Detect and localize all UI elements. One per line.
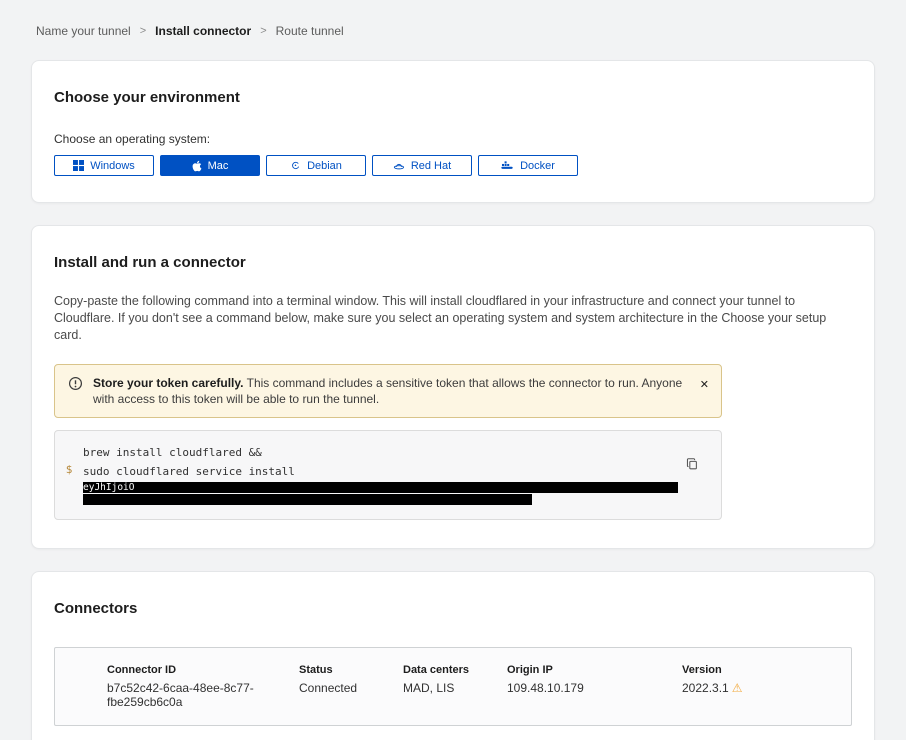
redhat-icon: [393, 160, 405, 171]
os-button-windows[interactable]: Windows: [54, 155, 154, 176]
command-line-2: sudo cloudflared service install: [83, 462, 678, 481]
install-description: Copy-paste the following command into a …: [54, 293, 852, 344]
os-button-label: Windows: [90, 160, 135, 172]
breadcrumb-step-route-tunnel[interactable]: Route tunnel: [276, 24, 344, 38]
version-warning-icon: ⚠: [732, 681, 743, 695]
warning-title: Store your token carefully.: [93, 376, 244, 390]
breadcrumb-separator: >: [140, 25, 146, 37]
os-button-group: Windows Mac Debian: [54, 155, 852, 176]
close-icon[interactable]: ✕: [700, 378, 709, 391]
copy-icon[interactable]: [685, 457, 699, 474]
os-button-mac[interactable]: Mac: [160, 155, 260, 176]
table-row: b7c52c42-6caa-48ee-8c77-fbe259cb6c0a Con…: [55, 681, 851, 725]
cell-connector-id: b7c52c42-6caa-48ee-8c77-fbe259cb6c0a: [55, 681, 299, 725]
connectors-table-header: Connector ID Status Data centers Origin …: [55, 648, 851, 681]
header-version: Version: [682, 648, 851, 681]
os-button-label: Red Hat: [411, 160, 451, 172]
os-button-label: Docker: [520, 160, 555, 172]
install-card: Install and run a connector Copy-paste t…: [31, 225, 875, 549]
breadcrumb-separator: >: [260, 25, 266, 37]
environment-card: Choose your environment Choose an operat…: [31, 60, 875, 203]
install-command-block: $ brew install cloudflared && sudo cloud…: [54, 430, 722, 520]
redacted-token-line-1: eyJhIjoiO: [83, 482, 678, 493]
command-line-1: brew install cloudflared &&: [83, 443, 678, 462]
token-prefix: eyJhIjoiO: [83, 482, 134, 493]
apple-icon: [192, 160, 202, 172]
os-button-label: Debian: [307, 160, 342, 172]
cell-status: Connected: [299, 681, 403, 725]
cell-data-centers: MAD, LIS: [403, 681, 507, 725]
debian-icon: [290, 160, 301, 171]
cell-origin-ip: 109.48.10.179: [507, 681, 682, 725]
token-warning-banner: Store your token carefully. This command…: [54, 364, 722, 418]
header-origin-ip: Origin IP: [507, 648, 682, 681]
docker-icon: [501, 160, 514, 171]
breadcrumb-step-name-your-tunnel[interactable]: Name your tunnel: [36, 24, 131, 38]
connectors-card: Connectors Connector ID Status Data cent…: [31, 571, 875, 740]
os-select-label: Choose an operating system:: [54, 132, 852, 146]
connectors-card-title: Connectors: [54, 600, 852, 617]
breadcrumb-step-install-connector[interactable]: Install connector: [155, 24, 251, 38]
windows-icon: [73, 160, 84, 171]
header-connector-id: Connector ID: [55, 648, 299, 681]
os-button-label: Mac: [208, 160, 229, 172]
header-status: Status: [299, 648, 403, 681]
install-card-title: Install and run a connector: [54, 254, 852, 271]
os-button-docker[interactable]: Docker: [478, 155, 578, 176]
version-value: 2022.3.1: [682, 681, 729, 695]
cell-version: 2022.3.1⚠: [682, 681, 851, 725]
breadcrumb: Name your tunnel > Install connector > R…: [0, 0, 906, 38]
os-button-debian[interactable]: Debian: [266, 155, 366, 176]
info-icon: [68, 376, 83, 396]
shell-prompt: $: [55, 443, 83, 505]
header-data-centers: Data centers: [403, 648, 507, 681]
install-command-text: brew install cloudflared && sudo cloudfl…: [83, 443, 678, 505]
redacted-token-line-2: [83, 494, 532, 505]
connectors-table: Connector ID Status Data centers Origin …: [54, 647, 852, 726]
environment-card-title: Choose your environment: [54, 89, 852, 106]
warning-message: Store your token carefully. This command…: [93, 375, 688, 407]
os-button-redhat[interactable]: Red Hat: [372, 155, 472, 176]
